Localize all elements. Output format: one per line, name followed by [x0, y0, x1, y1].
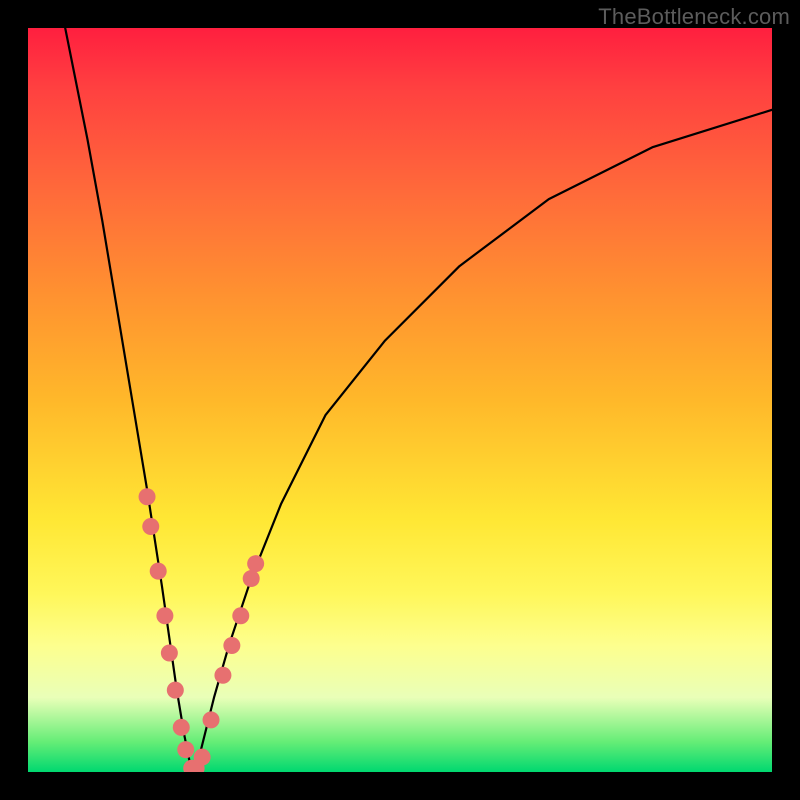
- chart-plot-area: [28, 28, 772, 772]
- data-marker: [173, 719, 190, 736]
- data-marker: [194, 749, 211, 766]
- data-marker: [214, 667, 231, 684]
- data-marker: [177, 741, 194, 758]
- data-marker: [243, 570, 260, 587]
- bottleneck-curve-svg: [28, 28, 772, 772]
- data-marker: [150, 563, 167, 580]
- data-marker: [167, 682, 184, 699]
- data-marker: [139, 488, 156, 505]
- data-marker: [223, 637, 240, 654]
- watermark-text: TheBottleneck.com: [598, 4, 790, 30]
- data-marker: [203, 711, 220, 728]
- data-marker: [156, 607, 173, 624]
- data-marker: [142, 518, 159, 535]
- data-marker: [161, 644, 178, 661]
- data-marker: [232, 607, 249, 624]
- data-marker: [247, 555, 264, 572]
